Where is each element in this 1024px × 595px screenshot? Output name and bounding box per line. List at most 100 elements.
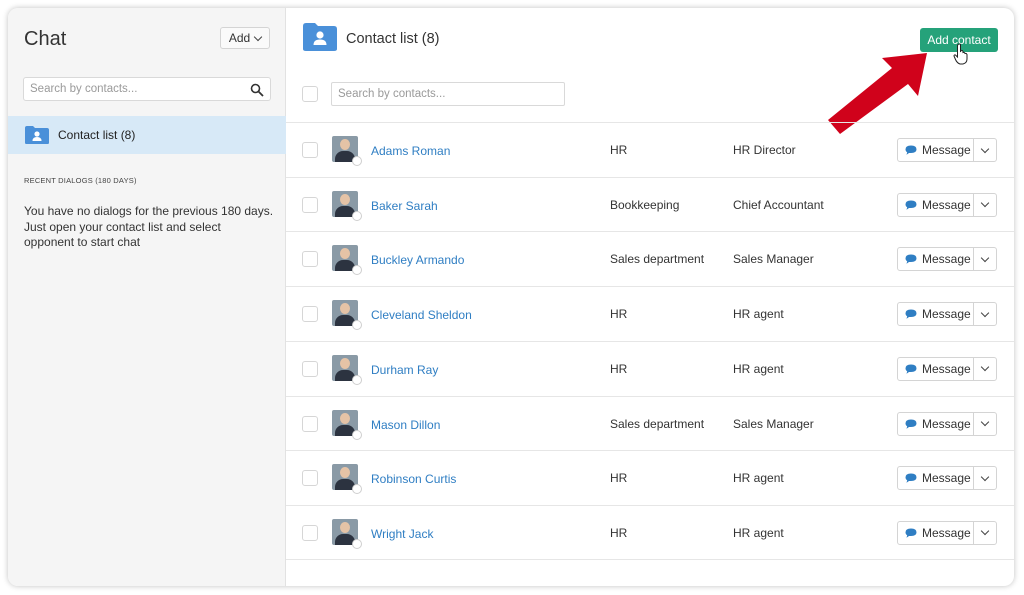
message-menu-button[interactable] bbox=[973, 247, 997, 272]
table-row: Wright Jack HR HR agent Message bbox=[286, 504, 1014, 560]
contact-name-link[interactable]: Adams Roman bbox=[371, 144, 450, 158]
contacts-search-field[interactable] bbox=[331, 82, 565, 106]
contact-department: Bookkeeping bbox=[610, 197, 680, 212]
message-button[interactable]: Message bbox=[897, 192, 974, 217]
empty-dialogs-message: You have no dialogs for the previous 180… bbox=[24, 204, 274, 249]
contact-name-link[interactable]: Robinson Curtis bbox=[371, 472, 456, 486]
status-indicator bbox=[352, 429, 362, 440]
contact-position: HR Director bbox=[733, 143, 796, 157]
row-checkbox[interactable] bbox=[302, 360, 318, 377]
row-checkbox[interactable] bbox=[302, 142, 318, 158]
recent-dialogs-header: RECENT DIALOGS (180 DAYS) bbox=[24, 176, 137, 185]
contact-position: HR agent bbox=[733, 307, 784, 322]
message-button[interactable]: Message bbox=[897, 302, 974, 327]
contact-name-link[interactable]: Mason Dillon bbox=[371, 418, 440, 432]
chat-bubble-icon bbox=[905, 473, 917, 483]
row-checkbox[interactable] bbox=[302, 196, 318, 213]
chat-bubble-icon bbox=[905, 419, 917, 429]
chevron-down-icon bbox=[980, 253, 990, 263]
pointer-hand-icon bbox=[953, 43, 968, 65]
status-indicator bbox=[352, 374, 362, 385]
page-title: Contact list (8) bbox=[346, 31, 440, 47]
chevron-down-icon bbox=[980, 308, 990, 317]
table-row: Buckley Armando Sales department Sales Man… bbox=[286, 231, 1014, 286]
message-button-label: Message bbox=[922, 525, 971, 540]
contact-name-link[interactable]: Wright Jack bbox=[371, 527, 433, 541]
message-button[interactable]: Message bbox=[897, 356, 974, 381]
add-button[interactable]: Add bbox=[220, 27, 270, 49]
row-checkbox[interactable] bbox=[302, 470, 318, 487]
message-button[interactable]: Message bbox=[897, 138, 974, 162]
contact-department: HR bbox=[610, 471, 628, 486]
message-button-label: Message bbox=[922, 197, 971, 212]
message-button[interactable]: Message bbox=[897, 411, 974, 436]
chat-bubble-icon bbox=[905, 309, 917, 319]
sidebar-item-contact-list[interactable]: Contact list (8) bbox=[8, 116, 286, 154]
chat-bubble-icon bbox=[905, 200, 917, 210]
chat-bubble-icon bbox=[905, 528, 917, 538]
contact-name-link[interactable]: Baker Sarah bbox=[371, 199, 438, 213]
message-button[interactable]: Message bbox=[897, 247, 974, 272]
select-all-checkbox[interactable] bbox=[302, 86, 318, 102]
contact-name-link[interactable]: Durham Ray bbox=[371, 363, 438, 377]
table-row: Mason Dillon Sales department Sales Manage… bbox=[286, 395, 1014, 451]
message-menu-button[interactable] bbox=[973, 192, 997, 217]
message-menu-button[interactable] bbox=[973, 302, 997, 327]
contact-position: Sales Manager bbox=[733, 252, 814, 267]
contact-name-link[interactable]: Buckley Armando bbox=[371, 253, 464, 267]
contact-department: Sales department bbox=[610, 416, 705, 431]
message-menu-button[interactable] bbox=[973, 411, 997, 436]
table-row: Baker Sarah Bookkeeping Chief Accountant Me… bbox=[286, 176, 1014, 232]
contact-name-link[interactable]: Cleveland Sheldon bbox=[371, 308, 472, 322]
message-button-label: Message bbox=[922, 143, 971, 157]
contacts-search-input[interactable] bbox=[332, 83, 564, 105]
table-row: Robinson Curtis HR HR agent Message bbox=[286, 450, 1014, 505]
row-checkbox[interactable] bbox=[302, 251, 318, 268]
row-checkbox[interactable] bbox=[302, 415, 318, 432]
message-menu-button[interactable] bbox=[973, 520, 997, 545]
status-indicator bbox=[352, 484, 362, 495]
message-button[interactable]: Message bbox=[897, 520, 974, 545]
chevron-down-icon bbox=[980, 363, 990, 372]
app-window: Chat Add Contact list (8) RECENT DIALOGS… bbox=[8, 8, 1014, 586]
contact-position: Sales Manager bbox=[733, 416, 814, 431]
row-checkbox[interactable] bbox=[302, 306, 318, 323]
status-indicator bbox=[352, 156, 362, 166]
status-indicator bbox=[352, 210, 362, 221]
chevron-down-icon bbox=[980, 144, 990, 153]
chat-bubble-icon bbox=[905, 364, 917, 374]
status-indicator bbox=[352, 320, 362, 331]
sidebar-search-field[interactable] bbox=[23, 77, 271, 101]
sidebar: Chat Add Contact list (8) RECENT DIALOGS… bbox=[8, 8, 286, 586]
chat-bubble-icon bbox=[905, 145, 917, 155]
search-icon[interactable] bbox=[250, 83, 264, 97]
chevron-down-icon bbox=[253, 32, 263, 41]
contact-department: HR bbox=[610, 361, 628, 376]
contact-department: Sales department bbox=[610, 252, 705, 267]
contact-position: HR agent bbox=[733, 361, 784, 376]
add-button-label: Add bbox=[228, 31, 251, 45]
message-button-label: Message bbox=[922, 252, 971, 267]
chevron-down-icon bbox=[980, 527, 990, 536]
message-button-label: Message bbox=[922, 307, 971, 322]
status-indicator bbox=[352, 265, 362, 276]
chat-bubble-icon bbox=[905, 254, 917, 265]
row-checkbox[interactable] bbox=[302, 524, 318, 541]
contact-department: HR bbox=[610, 525, 628, 540]
sidebar-item-label: Contact list (8) bbox=[58, 128, 136, 142]
sidebar-search-input[interactable] bbox=[24, 78, 270, 100]
contact-position: HR agent bbox=[733, 471, 784, 486]
message-menu-button[interactable] bbox=[973, 356, 997, 381]
message-button-label: Message bbox=[922, 416, 971, 431]
message-button[interactable]: Message bbox=[897, 466, 974, 491]
contact-position: HR agent bbox=[733, 525, 784, 540]
chevron-down-icon bbox=[980, 198, 990, 208]
table-row: Durham Ray HR HR agent Message bbox=[286, 340, 1014, 396]
chevron-down-icon bbox=[980, 472, 990, 481]
message-menu-button[interactable] bbox=[973, 466, 997, 491]
contact-list-panel: Contact list (8) Add contact Adams Roman… bbox=[286, 8, 1014, 586]
folder-icon bbox=[303, 23, 337, 51]
contact-position: Chief Accountant bbox=[733, 197, 824, 212]
sidebar-title: Chat bbox=[24, 28, 67, 50]
message-menu-button[interactable] bbox=[973, 138, 997, 162]
